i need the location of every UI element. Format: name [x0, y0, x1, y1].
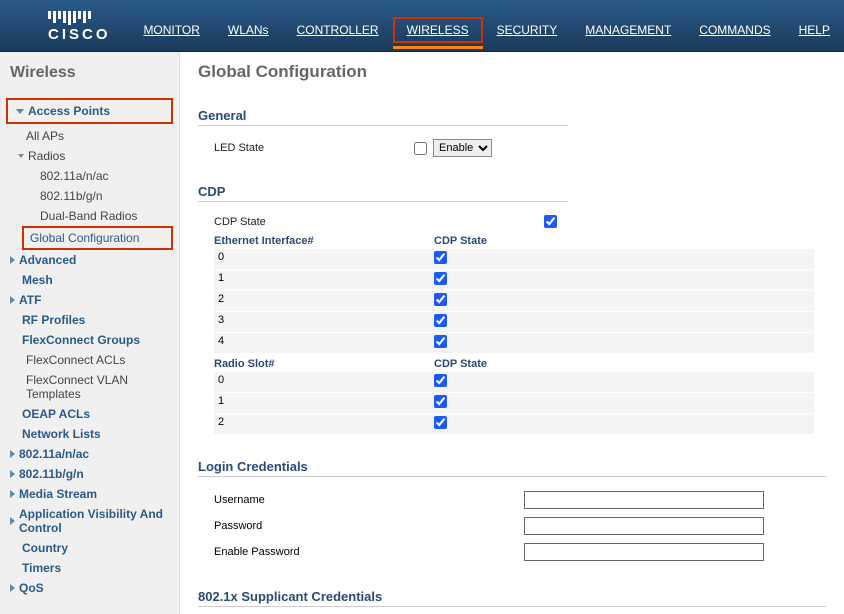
password-row: Password [214, 513, 814, 539]
section-dot1x-title: 802.1x Supplicant Credentials [198, 589, 826, 607]
led-state-label: LED State [214, 142, 414, 154]
cdp-state-row: CDP State [214, 212, 814, 231]
eth-row-0: 0 [214, 249, 814, 269]
eth-3-checkbox[interactable] [434, 314, 447, 327]
sidebar-item-global-config-highlight: Global Configuration [22, 226, 173, 250]
radio-cdp-header-col: CDP State [434, 358, 487, 370]
chevron-right-icon [10, 490, 15, 498]
logo-bars-icon [48, 11, 129, 25]
content-area: Global Configuration General LED State E… [180, 52, 844, 614]
nav-management[interactable]: MANAGEMENT [571, 17, 685, 43]
chevron-right-icon [10, 296, 15, 304]
sidebar-item-advanced[interactable]: Advanced [6, 250, 173, 270]
eth-2-checkbox[interactable] [434, 293, 447, 306]
sidebar-item-rf-profiles[interactable]: RF Profiles [6, 310, 173, 330]
sidebar-item-80211b[interactable]: 802.11b/g/n [6, 464, 173, 484]
sidebar: Wireless Access Points All APs Radios 80… [0, 52, 180, 614]
chevron-down-icon [18, 154, 24, 158]
chevron-right-icon [10, 470, 15, 478]
sidebar-item-app-visibility[interactable]: Application Visibility And Control [6, 504, 173, 538]
enable-password-label: Enable Password [214, 546, 524, 558]
sidebar-item-radios[interactable]: Radios [6, 146, 173, 166]
sidebar-item-oeap-acls[interactable]: OEAP ACLs [6, 404, 173, 424]
sidebar-item-atf[interactable]: ATF [6, 290, 173, 310]
section-cdp: CDP State Ethernet Interface# CDP State … [198, 206, 826, 445]
radio-row-0: 0 [214, 372, 814, 392]
section-login: Username Password Enable Password [198, 481, 826, 575]
enable-password-input[interactable] [524, 543, 764, 561]
sidebar-item-flexconnect-vlan[interactable]: FlexConnect VLAN Templates [6, 370, 173, 404]
enable-password-row: Enable Password [214, 539, 814, 565]
led-state-checkbox[interactable] [414, 142, 427, 155]
main-nav: MONITOR WLANs CONTROLLER WIRELESS SECURI… [129, 17, 844, 51]
nav-wireless[interactable]: WIRELESS [393, 17, 483, 43]
sidebar-item-country[interactable]: Country [6, 538, 173, 558]
eth-4-checkbox[interactable] [434, 335, 447, 348]
username-label: Username [214, 494, 524, 506]
chevron-down-icon [16, 109, 24, 114]
chevron-right-icon [10, 450, 15, 458]
eth-row-3: 3 [214, 312, 814, 332]
led-state-row: LED State Enable [214, 136, 814, 160]
sidebar-item-timers[interactable]: Timers [6, 558, 173, 578]
sidebar-item-80211a[interactable]: 802.11a/n/ac [6, 444, 173, 464]
eth-row-1: 1 [214, 270, 814, 290]
radio-0-checkbox[interactable] [434, 374, 447, 387]
chevron-right-icon [10, 517, 15, 525]
led-state-select[interactable]: Enable [433, 139, 492, 157]
page-title: Global Configuration [198, 62, 826, 82]
radio-1-checkbox[interactable] [434, 395, 447, 408]
sidebar-item-network-lists[interactable]: Network Lists [6, 424, 173, 444]
sidebar-item-radio-11b[interactable]: 802.11b/g/n [6, 186, 173, 206]
cisco-logo: CISCO [0, 11, 129, 51]
radio-2-checkbox[interactable] [434, 416, 447, 429]
sidebar-item-flexconnect-acls[interactable]: FlexConnect ACLs [6, 350, 173, 370]
sidebar-item-access-points[interactable]: Access Points [12, 101, 167, 121]
sidebar-item-qos[interactable]: QoS [6, 578, 173, 598]
cdp-header-col: CDP State [434, 235, 487, 247]
username-row: Username [214, 487, 814, 513]
logo-text: CISCO [48, 26, 129, 43]
nav-help[interactable]: HELP [785, 17, 844, 43]
section-general: LED State Enable [198, 130, 826, 170]
cdp-state-label: CDP State [214, 216, 544, 228]
section-cdp-title: CDP [198, 184, 568, 202]
radio-table-header: Radio Slot# CDP State [214, 354, 814, 372]
sidebar-item-media-stream[interactable]: Media Stream [6, 484, 173, 504]
sidebar-item-radio-11a[interactable]: 802.11a/n/ac [6, 166, 173, 186]
main-area: Wireless Access Points All APs Radios 80… [0, 52, 844, 614]
nav-controller[interactable]: CONTROLLER [283, 17, 393, 43]
eth-row-2: 2 [214, 291, 814, 311]
eth-header-col: Ethernet Interface# [214, 235, 434, 247]
sidebar-item-radio-dual[interactable]: Dual-Band Radios [6, 206, 173, 226]
eth-row-4: 4 [214, 333, 814, 353]
sidebar-item-all-aps[interactable]: All APs [6, 126, 173, 146]
nav-security[interactable]: SECURITY [483, 17, 572, 43]
sidebar-title: Wireless [6, 60, 173, 96]
sidebar-item-flexconnect-groups[interactable]: FlexConnect Groups [6, 330, 173, 350]
chevron-right-icon [10, 256, 15, 264]
top-bar: CISCO MONITOR WLANs CONTROLLER WIRELESS … [0, 0, 844, 52]
sidebar-item-global-config[interactable]: Global Configuration [26, 228, 169, 248]
cdp-state-checkbox[interactable] [544, 215, 557, 228]
sidebar-item-access-points-highlight: Access Points [6, 98, 173, 124]
password-input[interactable] [524, 517, 764, 535]
radio-row-2: 2 [214, 414, 814, 434]
sidebar-item-mesh[interactable]: Mesh [6, 270, 173, 290]
section-general-title: General [198, 108, 568, 126]
radio-header-col: Radio Slot# [214, 358, 434, 370]
eth-0-checkbox[interactable] [434, 251, 447, 264]
section-login-title: Login Credentials [198, 459, 826, 477]
password-label: Password [214, 520, 524, 532]
radio-row-1: 1 [214, 393, 814, 413]
eth-table-header: Ethernet Interface# CDP State [214, 231, 814, 249]
eth-1-checkbox[interactable] [434, 272, 447, 285]
nav-monitor[interactable]: MONITOR [129, 17, 213, 43]
chevron-right-icon [10, 584, 15, 592]
nav-wlans[interactable]: WLANs [214, 17, 283, 43]
username-input[interactable] [524, 491, 764, 509]
nav-commands[interactable]: COMMANDS [685, 17, 784, 43]
